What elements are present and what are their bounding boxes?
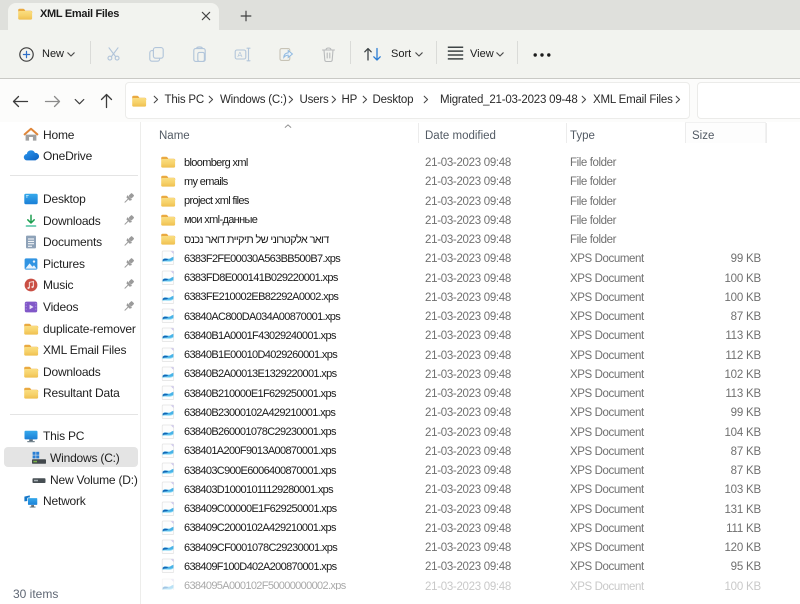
svg-text:A: A <box>237 50 242 59</box>
